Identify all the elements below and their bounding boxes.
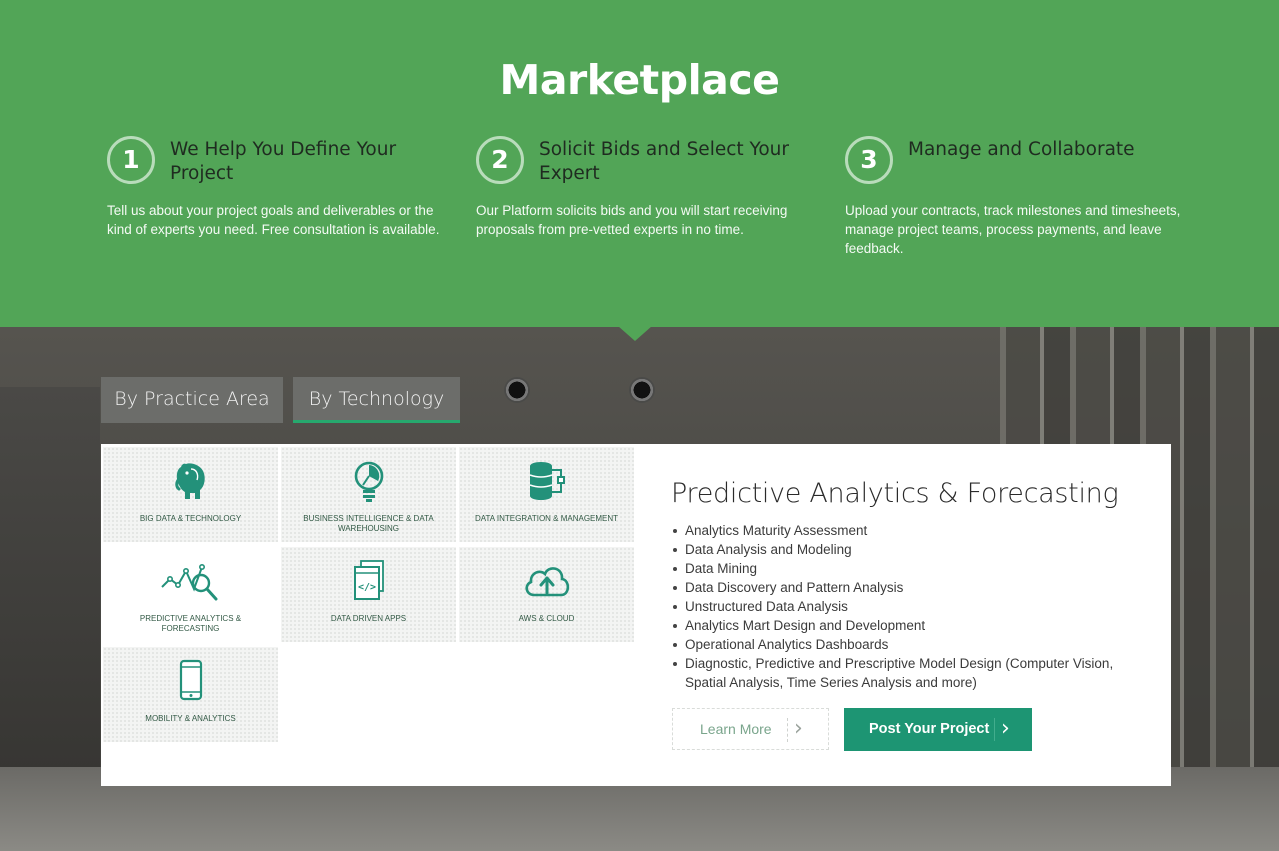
list-item: Analytics Maturity Assessment	[673, 521, 1135, 540]
tile-label: Business Intelligence & Data Warehousing	[303, 514, 434, 533]
step-description: Upload your contracts, track milestones …	[845, 203, 1181, 256]
learn-more-label: Learn More	[700, 721, 772, 737]
svg-text:</>: </>	[357, 582, 375, 593]
tile-label: Data Driven Apps	[330, 614, 407, 623]
page-title: Marketplace	[499, 56, 780, 104]
post-project-label: Post Your Project	[869, 721, 990, 737]
trend-magnifier-icon	[103, 559, 278, 603]
learn-more-button[interactable]: Learn More ›	[672, 708, 829, 750]
service-list: Analytics Maturity Assessment Data Analy…	[673, 521, 1135, 692]
tile-label: Predictive Analytics & Forecasting	[139, 614, 242, 633]
tile-predictive-analytics[interactable]: Predictive Analytics & Forecasting	[103, 547, 278, 642]
step-number-badge: 3	[845, 136, 893, 184]
technology-panel: Big Data & Technology Business Intellige…	[101, 444, 1171, 786]
list-item: Diagnostic, Predictive and Prescriptive …	[673, 654, 1135, 692]
code-window-icon: </>	[281, 559, 456, 603]
list-item: Data Analysis and Modeling	[673, 540, 1135, 559]
tile-label: Mobility & Analytics	[145, 714, 236, 723]
chevron-right-icon: ›	[1001, 716, 1010, 741]
marketplace-hero: Marketplace 1 We Help You Define Your Pr…	[0, 0, 1279, 327]
step-number-badge: 2	[476, 136, 524, 184]
tile-data-integration[interactable]: Data Integration & Management	[459, 447, 634, 542]
list-item: Data Mining	[673, 559, 1135, 578]
step-title: Solicit Bids and Select Your Expert	[539, 139, 790, 184]
tab-by-technology[interactable]: By Technology	[293, 377, 460, 423]
step-description: Our Platform solicits bids and you will …	[476, 203, 788, 237]
tile-mobility-analytics[interactable]: Mobility & Analytics	[103, 647, 278, 742]
tab-by-practice-area[interactable]: By Practice Area	[101, 377, 283, 423]
elephant-icon	[103, 459, 278, 503]
tile-business-intelligence[interactable]: Business Intelligence & Data Warehousing	[281, 447, 456, 542]
database-flow-icon	[459, 459, 634, 503]
detail-title: Predictive Analytics & Forecasting	[671, 478, 1119, 509]
button-divider	[787, 718, 788, 742]
hero-pointer-arrow	[618, 326, 652, 341]
tile-label: Big Data & Technology	[139, 514, 242, 523]
step-description: Tell us about your project goals and del…	[107, 203, 440, 237]
tile-label: AWS & Cloud	[518, 614, 575, 623]
tile-aws-cloud[interactable]: AWS & Cloud	[459, 547, 634, 642]
ceiling-lamp	[629, 377, 655, 403]
step-title: Manage and Collaborate	[908, 139, 1135, 160]
tile-label: Data Integration & Management	[474, 514, 619, 523]
mobile-phone-icon	[103, 659, 278, 703]
button-divider	[994, 718, 995, 741]
post-project-button[interactable]: Post Your Project ›	[844, 708, 1032, 751]
list-item: Operational Analytics Dashboards	[673, 635, 1135, 654]
tile-big-data[interactable]: Big Data & Technology	[103, 447, 278, 542]
tile-data-driven-apps[interactable]: </> Data Driven Apps	[281, 547, 456, 642]
ceiling-lamp	[504, 377, 530, 403]
cloud-upload-icon	[459, 559, 634, 603]
lightbulb-chart-icon	[281, 459, 456, 503]
chevron-right-icon: ›	[794, 716, 803, 741]
step-number-badge: 1	[107, 136, 155, 184]
list-item: Unstructured Data Analysis	[673, 597, 1135, 616]
list-item: Analytics Mart Design and Development	[673, 616, 1135, 635]
step-title: We Help You Define Your Project	[170, 139, 397, 184]
list-item: Data Discovery and Pattern Analysis	[673, 578, 1135, 597]
